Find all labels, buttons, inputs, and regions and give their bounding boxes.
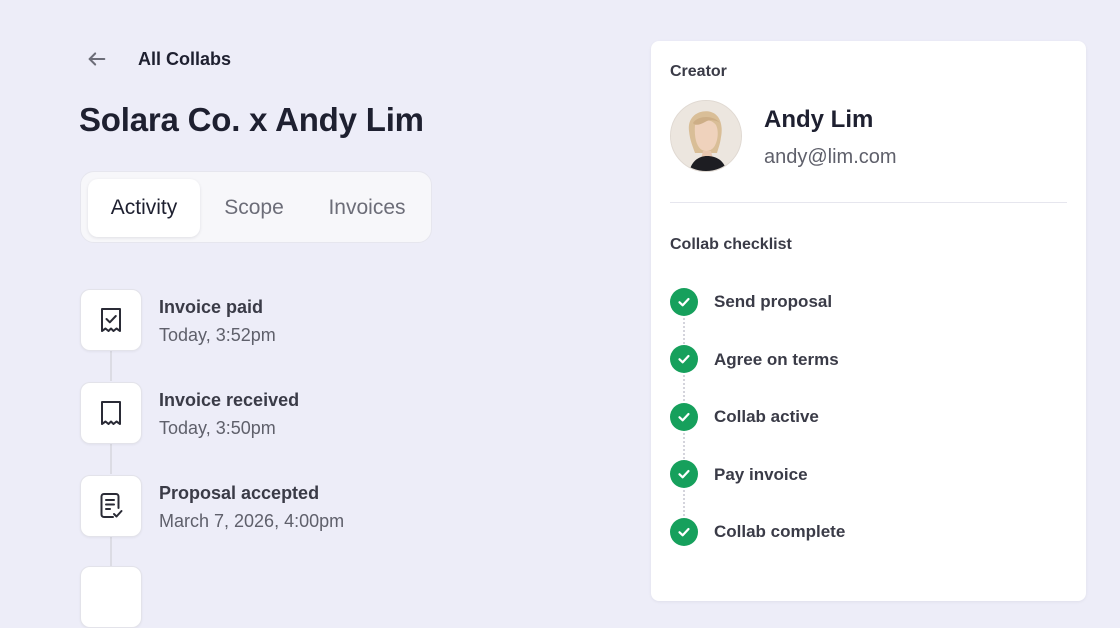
tab-bar: Activity Scope Invoices xyxy=(80,171,432,243)
avatar-image xyxy=(671,101,741,171)
timeline-connector xyxy=(110,444,112,474)
back-link[interactable]: All Collabs xyxy=(138,48,231,70)
back-button[interactable] xyxy=(84,46,110,72)
checklist-item-label: Send proposal xyxy=(714,292,833,311)
document-check-icon xyxy=(100,493,123,518)
checkmark-icon xyxy=(670,518,698,546)
checkmark-icon xyxy=(670,345,698,373)
page-title: Solara Co. x Andy Lim xyxy=(79,101,424,138)
tab-scope[interactable]: Scope xyxy=(206,179,302,237)
activity-title: Invoice received xyxy=(159,390,300,410)
checklist-connector xyxy=(683,318,685,344)
checklist-connector xyxy=(683,490,685,516)
creator-email[interactable]: andy@lim.com xyxy=(764,145,897,169)
timeline-icon-box xyxy=(80,289,142,351)
checklist-item-label: Collab active xyxy=(714,407,819,426)
activity-time: Today, 3:52pm xyxy=(159,325,276,345)
receipt-check-icon xyxy=(101,308,121,332)
tab-activity[interactable]: Activity xyxy=(88,179,200,237)
timeline-icon-box xyxy=(80,475,142,537)
divider xyxy=(670,202,1067,203)
receipt-icon xyxy=(101,401,121,425)
activity-time: Today, 3:50pm xyxy=(159,418,276,438)
checklist-section-label: Collab checklist xyxy=(670,236,792,253)
checklist-connector xyxy=(683,433,685,459)
activity-title: Proposal accepted xyxy=(159,483,320,503)
checkmark-icon xyxy=(670,288,698,316)
checkmark-icon xyxy=(670,403,698,431)
timeline-icon-box xyxy=(80,382,142,444)
timeline-icon-box xyxy=(80,566,142,628)
checklist-item-label: Pay invoice xyxy=(714,465,808,484)
creator-section-label: Creator xyxy=(670,63,727,80)
timeline-connector xyxy=(110,351,112,381)
activity-time: March 7, 2026, 4:00pm xyxy=(159,511,345,531)
avatar[interactable] xyxy=(670,100,742,172)
activity-title: Invoice paid xyxy=(159,297,264,317)
checklist-connector xyxy=(683,375,685,401)
checkmark-icon xyxy=(670,460,698,488)
checklist-item-label: Agree on terms xyxy=(714,350,839,369)
checklist-item-label: Collab complete xyxy=(714,522,846,541)
creator-name: Andy Lim xyxy=(764,106,874,133)
tab-invoices[interactable]: Invoices xyxy=(309,179,425,237)
arrow-left-icon xyxy=(88,52,106,66)
